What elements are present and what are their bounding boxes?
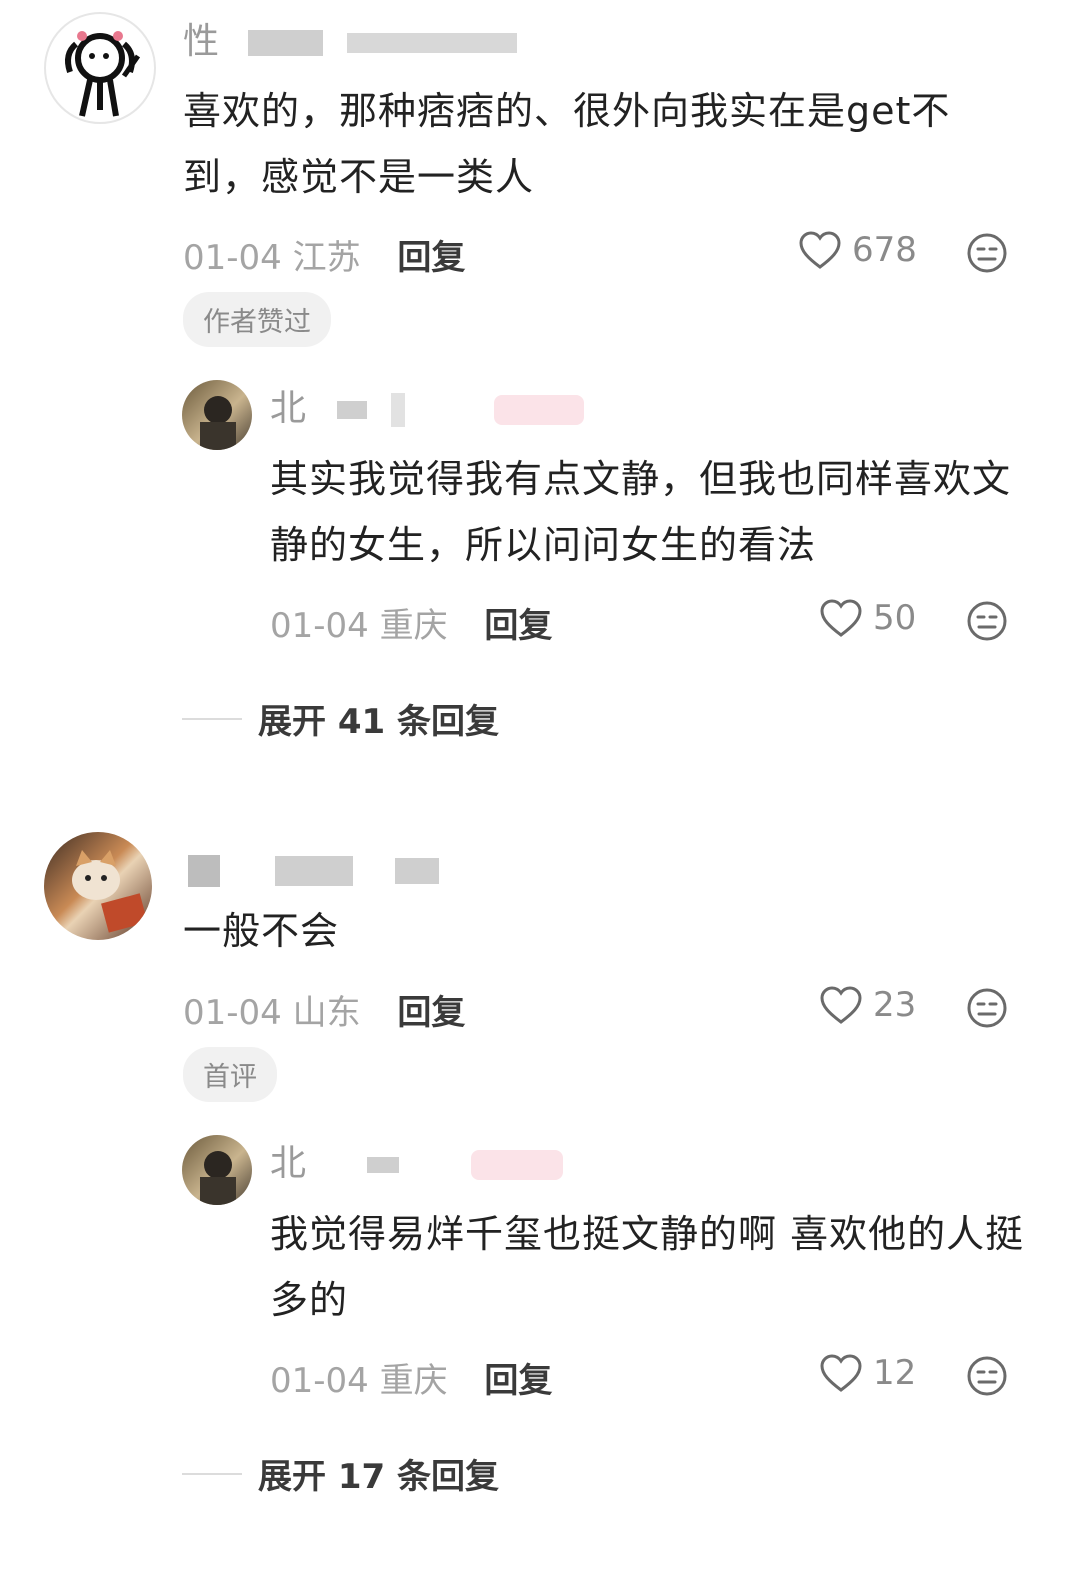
heart-outline-icon — [820, 1354, 862, 1392]
emoji-reaction-button[interactable] — [966, 987, 1008, 1033]
like-count: 12 — [873, 1353, 917, 1393]
obscured-username — [346, 33, 517, 53]
like-button[interactable]: 50 — [819, 598, 916, 638]
comment-meta: 01-04 山东 回复 — [183, 985, 465, 1034]
username-text: 性 — [183, 21, 220, 62]
username-text: 北 — [270, 388, 307, 429]
reply-text: 其实我觉得我有点文静，但我也同样喜欢文静的女生，所以问问女生的看法 — [270, 457, 1012, 567]
like-count: 23 — [873, 985, 917, 1025]
reply-username[interactable]: 北 — [270, 1142, 563, 1186]
obscured-username — [337, 401, 368, 419]
reply-text: 我觉得易烊千玺也挺文静的啊 喜欢他的人挺多的 — [270, 1212, 1025, 1322]
like-button[interactable]: 12 — [819, 1353, 916, 1393]
first-comment-badge: 首评 — [183, 1047, 277, 1102]
reply-button[interactable]: 回复 — [397, 238, 465, 278]
heart-outline-icon — [820, 986, 862, 1024]
obscured-username — [275, 856, 354, 886]
comment-username[interactable] — [188, 848, 439, 892]
emoji-reaction-button[interactable] — [966, 600, 1008, 646]
expand-replies-button[interactable]: 展开 17 条回复 — [182, 1449, 499, 1498]
obscured-username — [248, 30, 324, 56]
person-photo-avatar-image — [200, 396, 236, 450]
reply-user-avatar[interactable] — [182, 380, 252, 450]
reply-region: 重庆 — [379, 606, 448, 646]
reply-button[interactable]: 回复 — [397, 993, 465, 1033]
like-count: 50 — [873, 598, 917, 638]
user-level-badge — [470, 1150, 563, 1180]
neutral-face-icon — [967, 988, 1007, 1028]
author-liked-badge: 作者赞过 — [183, 292, 331, 347]
neutral-face-icon — [967, 233, 1007, 273]
like-button[interactable]: 678 — [798, 230, 917, 270]
emoji-reaction-button[interactable] — [966, 232, 1008, 278]
comment-text: 喜欢的，那种痞痞的、很外向我实在是get不到，感觉不是一类人 — [183, 89, 951, 199]
reply-date: 01-04 — [270, 1361, 369, 1401]
emoji-reaction-button[interactable] — [966, 1355, 1008, 1401]
comment-username[interactable]: 性 — [183, 20, 517, 64]
obscured-username — [390, 393, 405, 427]
reply-user-avatar[interactable] — [182, 1135, 252, 1205]
comment-region: 江苏 — [292, 238, 361, 278]
comment-date: 01-04 — [183, 993, 282, 1033]
reply-username[interactable]: 北 — [270, 387, 585, 431]
obscured-username — [394, 858, 439, 884]
expand-replies-label: 展开 17 条回复 — [258, 1457, 499, 1497]
comment-region: 山东 — [292, 993, 361, 1033]
reply-region: 重庆 — [379, 1361, 448, 1401]
comment-meta: 01-04 江苏 回复 — [183, 230, 465, 279]
reply-meta: 01-04 重庆 回复 — [270, 1353, 552, 1402]
user-level-badge — [494, 395, 585, 425]
person-photo-avatar-image — [200, 1151, 236, 1205]
stick-figure-avatar-image — [65, 31, 141, 117]
divider-line — [182, 717, 242, 720]
neutral-face-icon — [967, 601, 1007, 641]
kitten-photo-avatar-image — [72, 850, 148, 933]
user-avatar[interactable] — [44, 12, 156, 124]
comment-text: 一般不会 — [183, 909, 340, 953]
reply-meta: 01-04 重庆 回复 — [270, 598, 552, 647]
divider-line — [182, 1472, 242, 1475]
expand-replies-button[interactable]: 展开 41 条回复 — [182, 694, 499, 743]
heart-outline-icon — [799, 231, 841, 269]
like-button[interactable]: 23 — [819, 985, 916, 1025]
heart-outline-icon — [820, 599, 862, 637]
expand-replies-label: 展开 41 条回复 — [258, 702, 499, 742]
user-avatar[interactable] — [44, 832, 152, 940]
reply-date: 01-04 — [270, 606, 369, 646]
reply-button[interactable]: 回复 — [484, 606, 552, 646]
like-count: 678 — [852, 230, 917, 270]
comment-date: 01-04 — [183, 238, 282, 278]
reply-button[interactable]: 回复 — [484, 1361, 552, 1401]
obscured-username — [188, 855, 220, 887]
neutral-face-icon — [967, 1356, 1007, 1396]
obscured-username — [367, 1157, 400, 1173]
username-text: 北 — [270, 1143, 307, 1184]
